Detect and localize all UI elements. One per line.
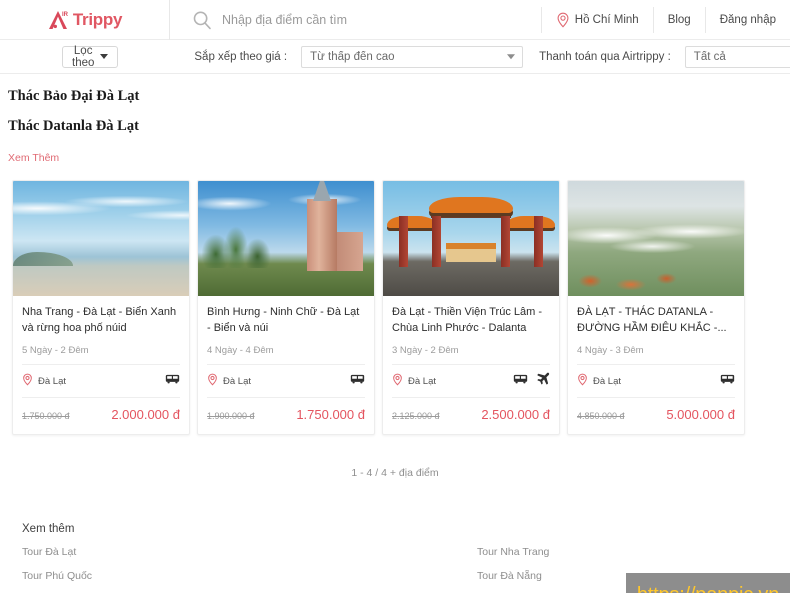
tour-price: 2.125.000 đ 2.500.000 đ — [392, 398, 550, 434]
location-pin-icon — [556, 12, 570, 28]
footer-link[interactable]: Tour Đà Lạt — [22, 546, 477, 558]
tour-title: Đà Lạt - Thiền Viện Trúc Lâm - Chùa Linh… — [392, 306, 542, 334]
tour-title: ĐÀ LẠT - THÁC DATANLA - ĐƯỜNG HẦM ĐIÊU K… — [577, 306, 727, 334]
tour-duration: 4 Ngày - 4 Đêm — [207, 345, 365, 365]
svg-text:IR: IR — [62, 12, 69, 18]
tour-new-price: 1.750.000 đ — [296, 407, 365, 422]
tour-card[interactable]: Đà Lạt - Thiền Viện Trúc Lâm - Chùa Linh… — [382, 180, 560, 435]
tour-title: Bình Hưng - Ninh Chữ - Đà Lạt - Biển và … — [207, 306, 360, 334]
tour-duration: 3 Ngày - 2 Đêm — [392, 345, 550, 365]
bus-icon — [513, 372, 528, 390]
location-pin-icon — [207, 373, 218, 389]
tour-meta: Đà Lạt — [207, 365, 365, 398]
tour-old-price: 2.125.000 đ — [392, 411, 440, 421]
footer-link[interactable]: Tour Phú Quốc — [22, 570, 477, 582]
tour-image — [13, 181, 189, 296]
tour-location: Đà Lạt — [223, 375, 251, 387]
tour-meta: Đà Lạt — [577, 365, 735, 398]
site-footer: Xem thêm Tour Đà Lạt Tour Phú Quốc Tour … — [0, 509, 790, 593]
tour-meta: Đà Lạt — [392, 365, 550, 398]
bus-icon — [350, 372, 365, 390]
airtrippy-a-logo-icon: IR — [47, 9, 71, 31]
logo[interactable]: IR Trippy — [0, 0, 170, 40]
search-box[interactable] — [170, 10, 541, 30]
tour-image — [568, 181, 744, 296]
footer-heading: Xem thêm — [22, 523, 75, 535]
page-title-2: Thác Datanla Đà Lạt — [8, 118, 139, 134]
tour-price: 4.850.000 đ 5.000.000 đ — [577, 398, 735, 434]
footer-link[interactable]: Tour Nha Trang — [477, 546, 777, 558]
header-item-login-label: Đăng nhập — [719, 13, 776, 26]
sort-label: Sắp xếp theo giá : — [194, 50, 288, 63]
tour-card[interactable]: Nha Trang - Đà Lạt - Biển Xanh và rừng h… — [12, 180, 190, 435]
logo-text: Trippy — [72, 9, 123, 29]
header-item-blog-label: Blog — [667, 13, 691, 26]
header-item-login[interactable]: Đăng nhập — [704, 6, 790, 33]
payment-label: Thanh toán qua Airtrippy : — [539, 50, 671, 63]
header-item-blog[interactable]: Blog — [652, 6, 705, 33]
footer-column-left: Xem thêm Tour Đà Lạt Tour Phú Quốc Tour … — [22, 523, 477, 593]
tour-meta: Đà Lạt — [22, 365, 180, 398]
bus-icon — [165, 372, 180, 390]
tour-new-price: 2.000.000 đ — [111, 407, 180, 422]
location-pin-icon — [22, 373, 33, 389]
tour-image — [198, 181, 374, 296]
header-item-city-label: Hồ Chí Minh — [574, 13, 639, 26]
see-more-link[interactable]: Xem Thêm — [8, 152, 59, 164]
page-title-1: Thác Bảo Đại Đà Lạt — [8, 88, 140, 104]
pagination-summary: 1 - 4 / 4 + địa điểm — [351, 467, 439, 479]
watermark: https://panpic.vn — [626, 573, 790, 593]
sort-select-wrap[interactable]: Từ thấp đến cao — [287, 45, 524, 68]
tour-price: 1.900.000 đ 1.750.000 đ — [207, 398, 365, 434]
tour-duration: 4 Ngày - 3 Đêm — [577, 345, 735, 365]
site-header: IR Trippy Hồ Chí Minh Blog — [0, 0, 790, 40]
tour-location: Đà Lạt — [593, 375, 621, 387]
sort-select[interactable]: Từ thấp đến cao — [301, 45, 524, 68]
tour-location: Đà Lạt — [38, 375, 66, 387]
location-pin-icon — [577, 373, 588, 389]
payment-select-wrap[interactable]: Tất cả — [671, 45, 790, 68]
filter-by-button[interactable]: Lọc theo — [62, 44, 119, 69]
result-titles: Thác Bảo Đại Đà Lạt Thác Datanla Đà Lạt … — [0, 74, 790, 166]
location-pin-icon — [392, 373, 403, 389]
tour-price: 1.750.000 đ 2.000.000 đ — [22, 398, 180, 434]
tour-old-price: 1.750.000 đ — [22, 411, 70, 421]
tour-duration: 5 Ngày - 2 Đêm — [22, 345, 180, 365]
filter-bar: Lọc theo Sắp xếp theo giá : Từ thấp đến … — [0, 40, 790, 74]
tour-card-list: Nha Trang - Đà Lạt - Biển Xanh và rừng h… — [0, 166, 790, 435]
plane-icon — [536, 372, 550, 390]
filter-by-label: Lọc theo — [72, 44, 95, 69]
chevron-down-icon — [100, 54, 109, 59]
header-item-city[interactable]: Hồ Chí Minh — [540, 6, 653, 33]
tour-old-price: 4.850.000 đ — [577, 411, 625, 421]
header-nav: Hồ Chí Minh Blog Đăng nhập — [540, 0, 790, 40]
search-input[interactable] — [222, 12, 482, 27]
tour-card[interactable]: Bình Hưng - Ninh Chữ - Đà Lạt - Biển và … — [197, 180, 375, 435]
bus-icon — [720, 372, 735, 390]
tour-new-price: 2.500.000 đ — [481, 407, 550, 422]
tour-image — [383, 181, 559, 296]
payment-select[interactable]: Tất cả — [684, 45, 790, 68]
search-icon — [192, 10, 212, 30]
tour-location: Đà Lạt — [408, 375, 436, 387]
tour-title: Nha Trang - Đà Lạt - Biển Xanh và rừng h… — [22, 306, 177, 334]
tour-card[interactable]: ĐÀ LẠT - THÁC DATANLA - ĐƯỜNG HẦM ĐIÊU K… — [567, 180, 745, 435]
tour-old-price: 1.900.000 đ — [207, 411, 255, 421]
tour-new-price: 5.000.000 đ — [666, 407, 735, 422]
